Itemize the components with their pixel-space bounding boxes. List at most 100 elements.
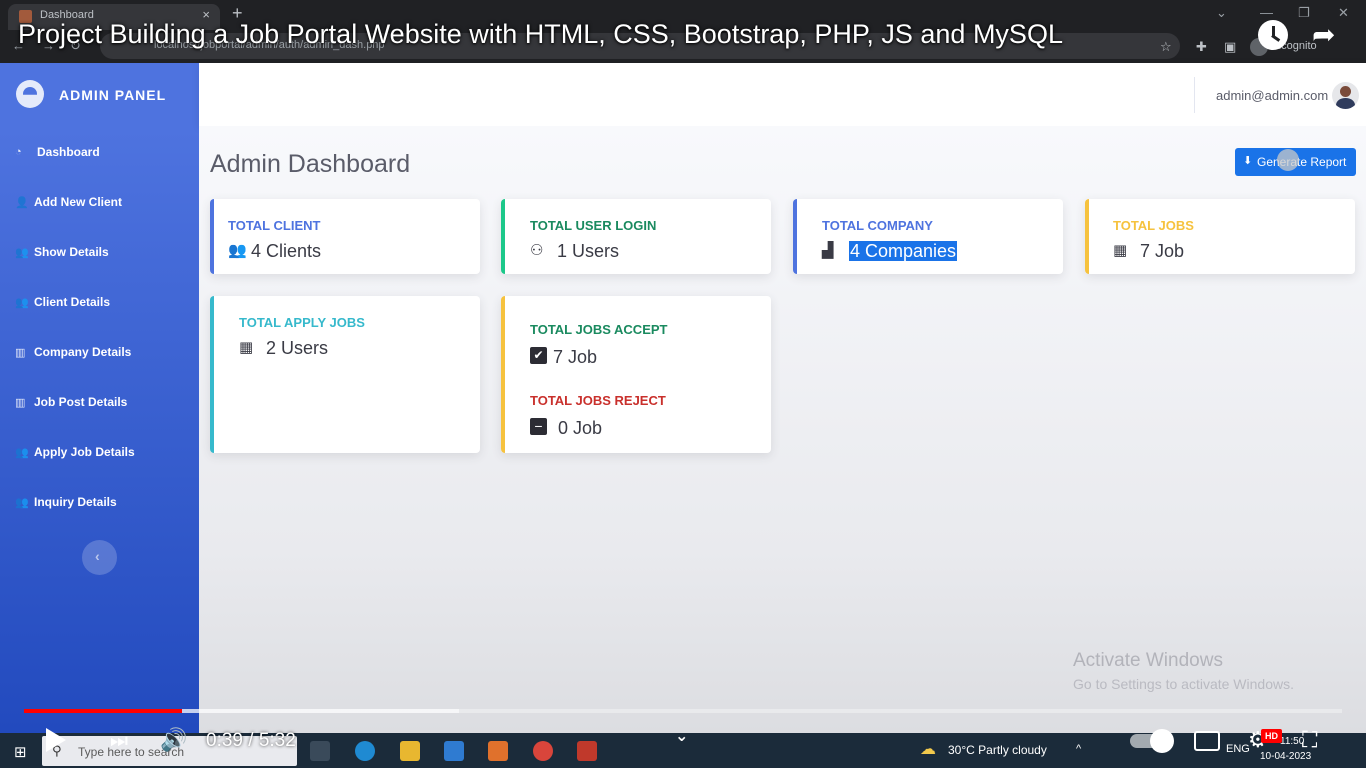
tray-chevron-icon[interactable]: ^ [1076, 743, 1081, 755]
main-content: Admin Dashboard ⬇ Generate Report TOTAL … [199, 126, 1366, 733]
sidebar-item-add-new-client[interactable]: 👤 Add New Client [0, 183, 199, 223]
users-icon: 👥 [15, 497, 29, 509]
download-icon: ⬇ [1243, 155, 1253, 167]
task-view-icon[interactable] [310, 741, 330, 761]
sidebar-item-label: Job Post Details [34, 395, 128, 409]
video-title[interactable]: Project Building a Job Portal Website wi… [18, 19, 1063, 50]
avatar[interactable] [1332, 82, 1359, 109]
brand-logo-icon [16, 80, 44, 108]
building-icon: ▥ [15, 347, 26, 359]
star-icon[interactable]: ☆ [1160, 39, 1172, 55]
video-time: 0:39 / 5:32 [206, 730, 296, 751]
activate-windows-watermark: Activate Windows [1073, 650, 1223, 671]
sidebar-item-company-details[interactable]: ▥ Company Details [0, 333, 199, 373]
card-value: 7 Job [1140, 241, 1185, 261]
language-indicator[interactable]: ENG [1226, 743, 1250, 755]
watch-later-icon[interactable] [1258, 20, 1288, 50]
tachometer-icon: ◔ [15, 146, 22, 158]
volume-icon[interactable]: 🔊 [160, 728, 187, 752]
sidebar-item-label: Company Details [34, 345, 132, 359]
card-value-reject: 0 Job [558, 418, 603, 438]
hd-badge: HD [1261, 729, 1282, 743]
card-value: 4 Clients [251, 241, 322, 261]
sidebar-item-show-details[interactable]: 👥 Show Details [0, 233, 199, 273]
sidebar-item-client-details[interactable]: 👥 Client Details [0, 283, 199, 323]
user-check-icon: ⚇ [530, 242, 544, 259]
chrome-icon[interactable] [533, 741, 553, 761]
activate-windows-subtext: Go to Settings to activate Windows. [1073, 676, 1294, 692]
card-value: 2 Users [266, 338, 329, 358]
close-window-icon[interactable]: ✕ [1338, 5, 1349, 21]
edge-icon[interactable] [355, 741, 375, 761]
card-total-user-login: TOTAL USER LOGIN ⚇ 1 Users [501, 199, 771, 274]
card-value: 4 Companies [849, 241, 958, 262]
card-total-jobs: TOTAL JOBS ▦ 7 Job [1085, 199, 1355, 274]
sidebar-item-label: Inquiry Details [34, 495, 117, 509]
sidebar-item-apply-job-details[interactable]: 👥 Apply Job Details [0, 433, 199, 473]
sidebar-item-label: Add New Client [34, 195, 123, 209]
video-played-bar [24, 709, 183, 713]
page-title: Admin Dashboard [210, 150, 411, 178]
minus-square-icon: − [530, 418, 547, 435]
captions-icon[interactable] [1194, 731, 1220, 751]
fullscreen-exit-icon[interactable]: ⛶ [1302, 727, 1317, 753]
sidebar-item-inquiry-details[interactable]: 👥 Inquiry Details [0, 483, 199, 523]
next-video-icon[interactable]: ⏭ [110, 730, 128, 752]
topbar: admin@admin.com [199, 63, 1366, 126]
user-email[interactable]: admin@admin.com [1216, 88, 1328, 103]
user-plus-icon: 👤 [15, 197, 29, 209]
city-icon: ▟ [822, 242, 834, 259]
topbar-divider [1194, 77, 1195, 113]
windows-start-icon[interactable]: ⊞ [14, 743, 27, 761]
building-icon: ▥ [15, 397, 26, 409]
chevron-down-icon[interactable]: ⌄ [675, 726, 688, 746]
video-progress-bar[interactable] [24, 709, 1342, 713]
building-icon: ▦ [239, 339, 254, 356]
generate-report-label: Generate Report [1257, 155, 1347, 169]
play-icon[interactable] [46, 728, 66, 752]
card-accent-bar [210, 296, 214, 453]
brand-title: ADMIN PANEL [59, 87, 167, 103]
card-accent-bar [501, 296, 505, 453]
weather-icon: ☁ [920, 741, 936, 758]
card-value: 1 Users [557, 241, 620, 261]
sidebar-item-dashboard[interactable]: ◔ Dashboard [0, 133, 199, 173]
card-accent-bar [501, 199, 505, 274]
clock-time[interactable]: 11:50 [1280, 736, 1304, 747]
users-icon: 👥 [15, 447, 29, 459]
autoplay-toggle[interactable] [1130, 729, 1174, 753]
card-accent-bar [210, 199, 214, 274]
card-total-apply-jobs: TOTAL APPLY JOBS ▦ 2 Users [210, 296, 480, 453]
file-explorer-icon[interactable] [400, 741, 420, 761]
sidebar-item-label: Client Details [34, 295, 111, 309]
card-title: TOTAL COMPANY [822, 218, 933, 233]
sidebar-brand[interactable]: ADMIN PANEL [0, 63, 199, 127]
users-icon: 👥 [228, 242, 247, 259]
tab-search-icon[interactable]: ⌄ [1216, 5, 1227, 21]
weather-text[interactable]: 30°C Partly cloudy [948, 743, 1047, 757]
xampp-icon[interactable] [488, 741, 508, 761]
card-value-accept: 7 Job [553, 347, 598, 367]
users-icon: 👥 [15, 247, 29, 259]
sidebar: ADMIN PANEL ◔ Dashboard 👤 Add New Client… [0, 63, 199, 733]
sidebar-item-label: Dashboard [37, 145, 100, 159]
card-accent-bar [1085, 199, 1089, 274]
card-accent-bar [793, 199, 797, 274]
card-title: TOTAL APPLY JOBS [239, 315, 365, 330]
store-icon[interactable] [444, 741, 464, 761]
card-title-reject: TOTAL JOBS REJECT [530, 393, 666, 408]
card-title: TOTAL CLIENT [228, 218, 321, 233]
checkbox-checked-icon: ✔ [530, 347, 547, 364]
extensions-icon[interactable]: ✚ [1196, 39, 1207, 55]
share-icon[interactable]: ➦ [1312, 20, 1335, 50]
sidebar-item-label: Apply Job Details [34, 445, 135, 459]
sidebar-item-job-post-details[interactable]: ▥ Job Post Details [0, 383, 199, 423]
card-total-client: TOTAL CLIENT 👥 4 Clients [210, 199, 480, 274]
card-total-company: TOTAL COMPANY ▟ 4 Companies [793, 199, 1063, 274]
recorder-icon[interactable] [577, 741, 597, 761]
card-title-accept: TOTAL JOBS ACCEPT [530, 322, 668, 337]
minimize-icon[interactable]: — [1260, 5, 1273, 20]
sidebar-toggle-button[interactable]: ‹ [82, 540, 117, 575]
sidepanel-icon[interactable]: ▣ [1224, 39, 1236, 55]
restore-icon[interactable]: ❐ [1298, 5, 1310, 21]
